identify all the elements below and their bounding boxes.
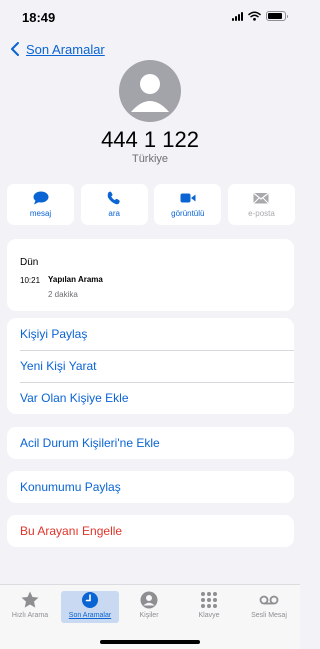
tab-keypad[interactable]: Klavye	[180, 591, 238, 623]
block-caller-button[interactable]: Bu Arayanı Engelle	[7, 515, 294, 547]
action-buttons: mesaj ara görüntülü e-posta	[7, 184, 295, 225]
emergency-group: Acil Durum Kişileri'ne Ekle	[7, 427, 294, 459]
home-indicator	[100, 640, 200, 644]
email-button[interactable]: e-posta	[227, 184, 295, 225]
location-group: Konumumu Paylaş	[7, 471, 294, 503]
create-contact-button[interactable]: Yeni Kişi Yarat	[7, 350, 294, 382]
voicemail-icon	[259, 595, 279, 605]
wifi-icon	[248, 11, 261, 21]
tab-recents[interactable]: Son Aramalar	[61, 591, 119, 623]
keypad-icon	[201, 592, 217, 608]
recent-time: 10:21	[20, 276, 41, 285]
tab-favorites[interactable]: Hızlı Arama	[1, 591, 59, 623]
message-icon	[33, 191, 48, 205]
tab-favorites-label: Hızlı Arama	[11, 612, 49, 619]
person-placeholder-icon	[131, 74, 169, 112]
tab-keypad-label: Klavye	[198, 612, 220, 619]
add-to-existing-contact-button[interactable]: Var Olan Kişiye Ekle	[7, 382, 294, 414]
person-circle-icon	[140, 591, 158, 609]
phone-icon	[107, 191, 120, 205]
share-contact-button[interactable]: Kişiyi Paylaş	[7, 318, 294, 350]
video-label: görüntülü	[171, 209, 205, 218]
call-button[interactable]: ara	[80, 184, 148, 225]
recent-duration: 2 dakika	[48, 290, 78, 299]
recent-date: Dün	[20, 257, 39, 268]
back-label: Son Aramalar	[26, 41, 105, 57]
mail-icon	[253, 193, 269, 204]
tab-contacts-label: Kişiler	[139, 612, 159, 619]
contact-options-group: Kişiyi Paylaş Yeni Kişi Yarat Var Olan K…	[7, 318, 294, 414]
status-bar: 18:49	[0, 0, 300, 34]
video-icon	[180, 193, 196, 203]
share-location-button[interactable]: Konumumu Paylaş	[7, 471, 294, 503]
tab-contacts[interactable]: Kişiler	[120, 591, 178, 623]
country-label: Türkiye	[131, 153, 169, 165]
phone-number: 444 1 122	[101, 127, 199, 152]
call-label: ara	[108, 209, 120, 218]
recent-call-type: Yapılan Arama	[48, 275, 103, 284]
chevron-left-icon	[11, 42, 19, 56]
block-group: Bu Arayanı Engelle	[7, 515, 294, 547]
battery-icon	[266, 11, 288, 21]
email-label: e-posta	[248, 209, 275, 218]
status-time: 18:49	[22, 10, 56, 25]
add-emergency-contact-button[interactable]: Acil Durum Kişileri'ne Ekle	[7, 427, 294, 459]
clock-icon	[82, 592, 98, 608]
cellular-signal-icon	[232, 11, 243, 21]
back-button[interactable]: Son Aramalar	[8, 41, 105, 57]
battery-fill	[268, 13, 282, 19]
tab-recents-label: Son Aramalar	[68, 612, 112, 619]
video-button[interactable]: görüntülü	[154, 184, 222, 225]
avatar	[119, 60, 181, 122]
message-button[interactable]: mesaj	[7, 184, 74, 225]
tab-voicemail[interactable]: Sesli Mesaj	[240, 591, 298, 623]
tab-voicemail-label: Sesli Mesaj	[251, 612, 287, 619]
message-label: mesaj	[29, 209, 52, 218]
star-icon	[21, 591, 39, 608]
recent-calls-card: Dün 10:21 Yapılan Arama 2 dakika	[7, 239, 294, 311]
status-icons	[232, 11, 288, 21]
